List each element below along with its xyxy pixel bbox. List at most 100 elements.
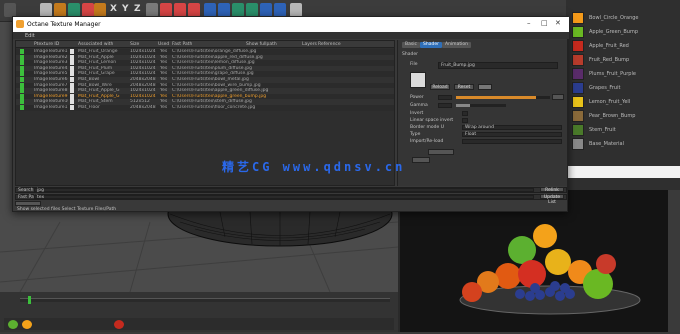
texture-type-icon bbox=[70, 77, 74, 82]
material-item[interactable]: Apple_Fruit_Red bbox=[572, 40, 672, 53]
material-ball[interactable] bbox=[8, 320, 18, 329]
border-select[interactable]: Wrap around bbox=[462, 125, 562, 130]
file-field[interactable]: Fruit_Bump.jpg bbox=[438, 62, 558, 69]
material-name: Mat_Floor bbox=[78, 105, 100, 110]
playhead[interactable] bbox=[28, 296, 31, 304]
status-check-icon bbox=[20, 99, 24, 105]
material-item[interactable]: Stem_Fruit bbox=[572, 124, 672, 137]
coordinate-system-icon[interactable] bbox=[146, 3, 158, 17]
material-item[interactable]: Lemon_Fruit_Yell bbox=[572, 96, 672, 109]
search-input[interactable]: jpg bbox=[34, 188, 534, 193]
scene-icon[interactable] bbox=[260, 3, 272, 17]
axis-z-toggle[interactable]: Z bbox=[134, 4, 141, 14]
options-button[interactable] bbox=[478, 84, 492, 90]
path-input[interactable]: tex bbox=[34, 195, 534, 200]
move-tool-icon[interactable] bbox=[40, 3, 52, 17]
search-row: Search jpg Relink bbox=[15, 187, 567, 193]
close-icon[interactable]: ✕ bbox=[555, 19, 561, 27]
reset-texture-button[interactable] bbox=[412, 157, 430, 163]
maximize-icon[interactable]: □ bbox=[541, 19, 548, 27]
material-ball[interactable] bbox=[22, 320, 32, 329]
col-header[interactable]: Show fullpath bbox=[246, 42, 277, 47]
texture-size: 2048x2048 bbox=[130, 105, 156, 110]
linear-checkbox[interactable] bbox=[462, 118, 468, 123]
undo-icon[interactable] bbox=[4, 3, 16, 17]
deformer-icon[interactable] bbox=[246, 3, 258, 17]
tab-basic[interactable]: Basic bbox=[402, 42, 420, 48]
pen-spline-icon[interactable] bbox=[218, 3, 230, 17]
col-header[interactable]: Ptexture ID bbox=[34, 42, 59, 47]
col-header[interactable]: Size bbox=[130, 42, 139, 47]
dialog-titlebar[interactable]: Octane Texture Manager – □ ✕ bbox=[13, 17, 569, 32]
material-thumbnail bbox=[572, 110, 584, 122]
material-item[interactable]: Grapes_Fruit bbox=[572, 82, 672, 95]
material-thumbnail bbox=[572, 54, 584, 66]
properties-panel: Basic Shader Animation Shader File Fruit… bbox=[397, 40, 567, 186]
material-item[interactable]: Fruit_Red_Bump bbox=[572, 54, 672, 67]
col-header[interactable]: Reference bbox=[318, 42, 341, 47]
texture-type-icon bbox=[70, 93, 74, 99]
texture-type-icon bbox=[70, 49, 74, 54]
render-active-icon[interactable] bbox=[174, 3, 186, 17]
material-ball[interactable] bbox=[114, 320, 124, 329]
light-icon[interactable] bbox=[290, 3, 302, 17]
gamma-label: Gamma bbox=[410, 103, 428, 108]
table-row[interactable]: ImageTexture11 Mat_Floor 2048x2048 Yes C:\Us… bbox=[16, 105, 394, 111]
status-check-icon bbox=[20, 65, 24, 71]
power-texture-button[interactable] bbox=[552, 94, 564, 100]
status-text: Show selected files Select Texture Files… bbox=[17, 207, 117, 212]
nurbs-icon[interactable] bbox=[232, 3, 244, 17]
power-slider[interactable] bbox=[456, 96, 550, 99]
power-field[interactable] bbox=[438, 95, 452, 100]
menu-edit[interactable]: Edit bbox=[25, 33, 35, 39]
select-tool-icon[interactable] bbox=[82, 3, 94, 17]
invert-label: Invert bbox=[410, 111, 424, 116]
col-header[interactable]: Used bbox=[158, 42, 169, 47]
col-header[interactable]: Fast Path bbox=[172, 42, 192, 47]
reset-button[interactable]: Reset bbox=[454, 84, 474, 90]
gamma-slider[interactable] bbox=[456, 104, 506, 107]
material-item[interactable]: Base_Material bbox=[572, 138, 672, 151]
minimize-icon[interactable]: – bbox=[527, 19, 531, 27]
texture-preview bbox=[410, 72, 426, 88]
dialog-title: Octane Texture Manager bbox=[27, 21, 101, 28]
material-item[interactable]: Bowl_Circle_Orange bbox=[572, 12, 672, 25]
render-view-icon[interactable] bbox=[160, 3, 172, 17]
type-select[interactable]: Float bbox=[462, 132, 562, 137]
update-button[interactable] bbox=[15, 201, 41, 206]
axis-y-toggle[interactable]: Y bbox=[122, 4, 129, 14]
camera-icon[interactable] bbox=[274, 3, 286, 17]
texture-type-icon bbox=[70, 82, 74, 88]
axis-x-toggle[interactable]: X bbox=[110, 4, 117, 14]
texture-manager-dialog: Octane Texture Manager – □ ✕ Edit Ptextu… bbox=[12, 16, 569, 212]
scale-tool-icon[interactable] bbox=[54, 3, 66, 17]
col-header[interactable]: Layers bbox=[302, 42, 317, 47]
timeline-ruler[interactable] bbox=[20, 298, 390, 302]
tab-shader[interactable]: Shader bbox=[420, 42, 442, 48]
type-label: Type bbox=[410, 132, 421, 137]
timeline[interactable] bbox=[0, 292, 398, 332]
material-item[interactable]: Plums_Fruit_Purple bbox=[572, 68, 672, 81]
status-check-icon bbox=[20, 71, 24, 77]
material-thumbnail bbox=[572, 12, 584, 24]
material-item[interactable]: Apple_Green_Bump bbox=[572, 26, 672, 39]
invert-checkbox[interactable] bbox=[462, 111, 468, 116]
relink-button[interactable]: Relink bbox=[540, 187, 564, 193]
status-check-icon bbox=[20, 60, 24, 66]
rotate-tool-icon[interactable] bbox=[68, 3, 80, 17]
file-label: File bbox=[410, 62, 418, 67]
reload-texture-button[interactable] bbox=[428, 149, 454, 155]
cube-primitive-icon[interactable] bbox=[204, 3, 216, 17]
add-object-icon[interactable] bbox=[94, 3, 106, 17]
material-browser-strip bbox=[4, 318, 394, 330]
gamma-field[interactable] bbox=[438, 103, 452, 108]
col-header[interactable]: Associated with bbox=[78, 42, 113, 47]
texture-type-icon bbox=[70, 99, 74, 105]
render-settings-icon[interactable] bbox=[188, 3, 200, 17]
power-slider-fill bbox=[456, 96, 536, 99]
reload-button[interactable]: Reload bbox=[430, 84, 450, 90]
material-item[interactable]: Pear_Brown_Bump bbox=[572, 110, 672, 123]
update-list-button[interactable]: Update List bbox=[540, 194, 564, 205]
import-field[interactable] bbox=[462, 139, 562, 144]
tab-animation[interactable]: Animation bbox=[442, 42, 471, 48]
